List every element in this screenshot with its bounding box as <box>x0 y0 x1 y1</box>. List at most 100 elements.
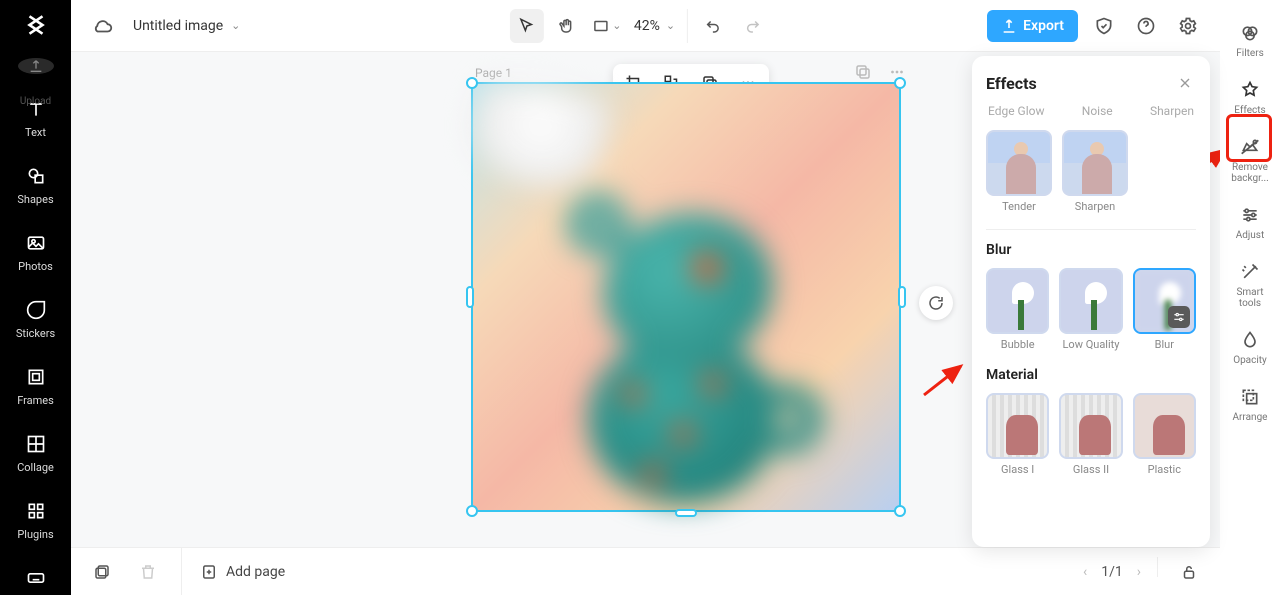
document-title[interactable]: Untitled image ⌄ <box>133 18 240 34</box>
export-label: Export <box>1023 18 1064 34</box>
zoom-level[interactable]: 42% ⌄ <box>634 18 675 34</box>
sidebar-item-photos[interactable]: Photos <box>6 222 66 283</box>
frames-icon <box>25 366 47 388</box>
export-button[interactable]: Export <box>987 10 1078 42</box>
effect-label: Sharpen <box>1062 200 1128 213</box>
resize-handle-mb[interactable] <box>675 509 697 517</box>
sidebar-item-label: Photos <box>18 260 53 273</box>
add-page-button[interactable]: Add page <box>200 563 285 581</box>
settings-icon[interactable] <box>1172 10 1204 42</box>
effects-tab[interactable]: Edge Glow <box>988 104 1045 118</box>
right-item-adjust[interactable]: Adjust <box>1226 196 1274 249</box>
bottombar: Add page ‹ 1/1 › <box>71 547 1220 595</box>
plugins-icon <box>25 500 47 522</box>
upload-button[interactable]: Upload <box>18 58 54 74</box>
chevron-down-icon: ⌄ <box>666 19 675 32</box>
effect-label: Bubble <box>986 338 1049 351</box>
effect-label: Low Quality <box>1059 338 1122 351</box>
resize-handle-tl[interactable] <box>466 77 478 89</box>
effect-settings-icon[interactable] <box>1168 306 1190 328</box>
opacity-icon <box>1239 329 1261 351</box>
effect-thumb-plastic[interactable] <box>1133 393 1196 459</box>
sidebar-item-label: Text <box>25 126 46 139</box>
close-icon[interactable] <box>1174 72 1196 94</box>
app-logo[interactable] <box>21 12 51 38</box>
duplicate-page-icon[interactable] <box>853 62 873 82</box>
resize-handle-mr[interactable] <box>898 286 906 308</box>
delete-page-icon[interactable] <box>133 557 163 587</box>
effect-label: Blur <box>1133 338 1196 351</box>
pages-panel-icon[interactable] <box>87 557 117 587</box>
effect-label: Glass II <box>1059 463 1122 476</box>
rotate-button[interactable] <box>919 286 953 320</box>
sidebar-item-plugins[interactable]: Plugins <box>6 490 66 551</box>
effect-thumb-tender[interactable] <box>986 130 1052 196</box>
effect-label: Tender <box>986 200 1052 213</box>
sidebar-item-label: Stickers <box>16 327 55 340</box>
selected-image[interactable] <box>471 82 901 512</box>
document-title-text: Untitled image <box>133 18 223 34</box>
effects-tab[interactable]: Noise <box>1082 104 1113 118</box>
right-item-remove-bg[interactable]: Remove backgr... <box>1226 128 1274 192</box>
cloud-sync-icon[interactable] <box>87 10 119 42</box>
zoom-value: 42% <box>634 18 660 34</box>
sidebar-item-keyboard[interactable] <box>6 557 66 595</box>
resize-handle-tr[interactable] <box>894 77 906 89</box>
resize-handle-ml[interactable] <box>466 286 474 308</box>
resize-tool[interactable]: ⌄ <box>590 9 624 43</box>
right-item-opacity[interactable]: Opacity <box>1226 321 1274 374</box>
sidebar-item-frames[interactable]: Frames <box>6 356 66 417</box>
effect-thumb-bubble[interactable] <box>986 268 1049 334</box>
hand-tool[interactable] <box>550 9 584 43</box>
sidebar-item-label: Collage <box>17 461 54 474</box>
effects-panel-title: Effects <box>986 74 1037 93</box>
page-label: Page 1 <box>475 66 512 80</box>
sidebar-item-collage[interactable]: Collage <box>6 423 66 484</box>
lock-icon[interactable] <box>1174 557 1204 587</box>
sidebar-item-stickers[interactable]: Stickers <box>6 289 66 350</box>
smart-tools-icon <box>1239 261 1261 283</box>
sidebar-item-label: Shapes <box>17 193 53 206</box>
next-page-icon[interactable]: › <box>1137 564 1141 580</box>
undo-button[interactable] <box>696 9 730 43</box>
collage-icon <box>25 433 47 455</box>
chevron-down-icon: ⌄ <box>612 19 621 32</box>
adjust-icon <box>1239 204 1261 226</box>
page-indicator: 1/1 <box>1101 564 1123 580</box>
effect-label: Glass I <box>986 463 1049 476</box>
right-item-label: Adjust <box>1236 230 1265 241</box>
effect-thumb-glass-2[interactable] <box>1059 393 1122 459</box>
chevron-down-icon: ⌄ <box>231 19 240 32</box>
right-item-label: Smart tools <box>1226 287 1274 309</box>
select-tool[interactable] <box>510 9 544 43</box>
right-sidebar: Filters Effects Remove backgr... Adjust … <box>1220 0 1280 595</box>
annotation-arrow <box>919 360 969 400</box>
effects-tab[interactable]: Sharpen <box>1150 104 1194 118</box>
image-content <box>473 84 899 510</box>
right-item-label: Arrange <box>1233 412 1268 423</box>
add-page-label: Add page <box>226 564 285 580</box>
right-item-label: Filters <box>1236 48 1264 59</box>
help-icon[interactable] <box>1130 10 1162 42</box>
remove-bg-icon <box>1239 136 1261 158</box>
right-item-effects[interactable]: Effects <box>1226 71 1274 124</box>
right-item-smart-tools[interactable]: Smart tools <box>1226 253 1274 317</box>
arrange-icon <box>1239 386 1261 408</box>
effect-thumb-sharpen[interactable] <box>1062 130 1128 196</box>
shield-icon[interactable] <box>1088 10 1120 42</box>
effect-thumb-glass-1[interactable] <box>986 393 1049 459</box>
effect-label: Plastic <box>1133 463 1196 476</box>
filters-icon <box>1239 22 1261 44</box>
resize-handle-bl[interactable] <box>466 505 478 517</box>
sidebar-item-shapes[interactable]: Shapes <box>6 155 66 216</box>
right-item-label: Effects <box>1234 105 1265 116</box>
resize-handle-br[interactable] <box>894 505 906 517</box>
right-item-arrange[interactable]: Arrange <box>1226 378 1274 431</box>
effect-thumb-blur[interactable] <box>1133 268 1196 334</box>
prev-page-icon[interactable]: ‹ <box>1083 564 1087 580</box>
effects-panel: Effects Edge Glow Noise Sharpen Tender S… <box>972 56 1210 547</box>
photos-icon <box>25 232 47 254</box>
right-item-filters[interactable]: Filters <box>1226 14 1274 67</box>
redo-button[interactable] <box>736 9 770 43</box>
effect-thumb-low-quality[interactable] <box>1059 268 1122 334</box>
